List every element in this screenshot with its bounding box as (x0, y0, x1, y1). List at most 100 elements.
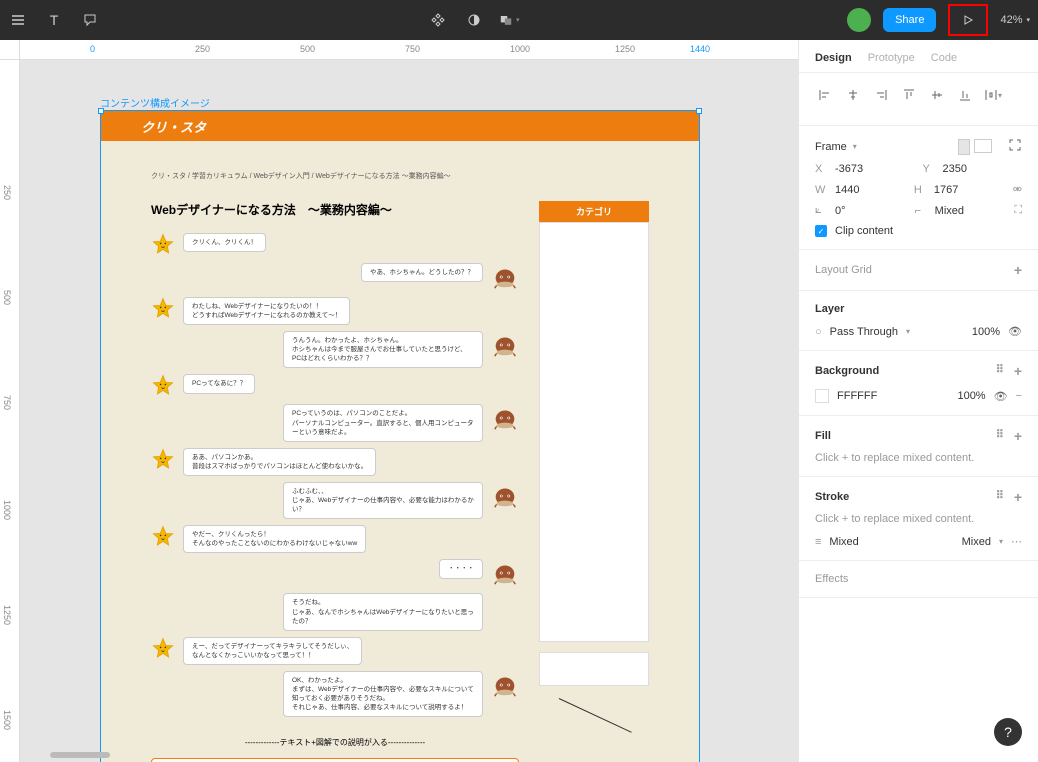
design-frame[interactable]: クリ・スタ クリ・スタ / 学習カリキュラム / Webデザイン入門 / Web… (100, 110, 700, 762)
section-divider: -------------テキスト+図解での説明が入る-------------… (151, 737, 519, 748)
align-right-icon[interactable] (871, 85, 891, 105)
chat-bubble: そうだね。 じゃあ、なんでホシちゃんはWebデザイナーになりたいと思ったの？ (283, 593, 483, 630)
constrain-icon[interactable]: ⚮ (1013, 183, 1022, 196)
align-center-v-icon[interactable] (927, 85, 947, 105)
vertical-ruler: 250 500 750 1000 1250 1500 (0, 60, 20, 762)
play-icon[interactable] (958, 10, 978, 30)
canvas-area[interactable]: 0 250 500 750 1000 1250 1440 250 500 750… (0, 40, 798, 762)
corner-icon: ⌐ (915, 205, 927, 217)
effects-header: Effects (815, 573, 848, 585)
layer-opacity[interactable]: 100% (972, 326, 1000, 338)
add-grid-icon[interactable]: + (1014, 262, 1022, 278)
chat-bubble: やだー、クリくんったら！ そんなのやったことないのにわかるわけないじゃないww (183, 525, 366, 553)
bg-visibility-icon[interactable]: 👁 (994, 390, 1008, 403)
help-button[interactable]: ? (994, 718, 1022, 746)
chat-row: ふむふむ、、 じゃあ、Webデザイナーの仕事内容や、必要な能力はわかるかい？ (151, 482, 519, 519)
sidebar-box (539, 652, 649, 686)
blend-mode-select[interactable]: Pass Through (830, 326, 898, 338)
resize-handle[interactable] (98, 108, 104, 114)
align-left-icon[interactable] (815, 85, 835, 105)
w-label: W (815, 184, 827, 196)
components-icon[interactable] (428, 10, 448, 30)
background-header: Background (815, 365, 879, 377)
star-icon (151, 297, 175, 321)
star-icon (151, 233, 175, 257)
distribute-icon[interactable]: ▾ (983, 85, 1003, 105)
star-icon (151, 374, 175, 398)
layout-grid-header: Layout Grid (815, 264, 872, 276)
blend-mode-icon[interactable]: ○ (815, 326, 822, 338)
chat-row: わたしね、Webデザイナーになりたいの！！ どうすればWebデザイナーになれるの… (151, 297, 519, 325)
layer-header: Layer (815, 303, 844, 315)
chestnut-icon (491, 671, 519, 699)
chat-bubble: PCっていうのは、パソコンのことだよ。 パーソナルコンピューター。直訳すると、個… (283, 404, 483, 441)
corner-expand-icon[interactable]: ⛶ (1014, 204, 1022, 217)
align-bottom-icon[interactable] (955, 85, 975, 105)
fill-styles-icon[interactable]: ⠿ (996, 428, 1004, 444)
comment-tool-icon[interactable] (80, 10, 100, 30)
frame-name-label[interactable]: コンテンツ構成イメージ (100, 95, 210, 110)
stroke-style-select[interactable]: Mixed (962, 536, 991, 548)
horizontal-scrollbar[interactable] (50, 752, 110, 758)
align-center-h-icon[interactable] (843, 85, 863, 105)
remove-bg-icon[interactable]: − (1016, 390, 1022, 402)
fill-mixed-text: Click + to replace mixed content. (815, 452, 1022, 464)
bg-opacity[interactable]: 100% (957, 390, 985, 402)
text-tool-icon[interactable]: T (44, 10, 64, 30)
clip-content-checkbox[interactable]: ✓ (815, 225, 827, 237)
chat-bubble: えー、だってデザイナーってキラキラしてそうだしぃ、 なんとなくかっこいいかなって… (183, 637, 362, 665)
y-value[interactable]: 2350 (943, 163, 1023, 175)
chat-row: OK、わかったよ。 まずは、Webデザイナーの仕事内容や、必要なスキルについて知… (151, 671, 519, 717)
menu-icon[interactable] (8, 10, 28, 30)
mask-icon[interactable] (464, 10, 484, 30)
share-button[interactable]: Share (883, 8, 936, 32)
point-callout: ここがポイント！ Webデザイナーの業務内容は会社、働き方によって異なる (151, 758, 519, 762)
bg-color-value[interactable]: FFFFFF (837, 390, 877, 402)
w-value[interactable]: 1440 (835, 184, 906, 196)
stroke-mixed-text: Click + to replace mixed content. (815, 513, 1022, 525)
visibility-icon[interactable]: 👁 (1008, 325, 1022, 338)
category-header: カテゴリ (539, 201, 649, 222)
bg-styles-icon[interactable]: ⠿ (996, 363, 1004, 379)
tab-design[interactable]: Design (815, 52, 852, 64)
zoom-control[interactable]: 42%▾ (1000, 14, 1030, 26)
h-value[interactable]: 1767 (934, 184, 1005, 196)
corner-value[interactable]: Mixed (935, 205, 1007, 217)
h-label: H (914, 184, 926, 196)
stroke-styles-icon[interactable]: ⠿ (996, 489, 1004, 505)
chat-bubble: OK、わかったよ。 まずは、Webデザイナーの仕事内容や、必要なスキルについて知… (283, 671, 483, 717)
add-fill-icon[interactable]: + (1014, 428, 1022, 444)
add-stroke-icon[interactable]: + (1014, 489, 1022, 505)
rotation-icon: ⟀ (815, 204, 827, 217)
resize-fit-icon[interactable] (1008, 138, 1022, 155)
stroke-weight-icon: ≡ (815, 536, 821, 548)
portrait-icon[interactable] (958, 139, 970, 155)
chestnut-icon (491, 559, 519, 587)
user-avatar[interactable] (847, 8, 871, 32)
align-top-icon[interactable] (899, 85, 919, 105)
stroke-weight-value[interactable]: Mixed (829, 536, 858, 548)
tab-code[interactable]: Code (931, 52, 957, 64)
chestnut-icon (491, 404, 519, 432)
page-header: クリ・スタ (101, 111, 699, 141)
rotation-value[interactable]: 0° (835, 205, 907, 217)
top-toolbar: T ▾ Share 42%▾ (0, 0, 1038, 40)
chat-row: クリくん、クリくん！ (151, 233, 519, 257)
horizontal-ruler: 0 250 500 750 1000 1250 1440 (20, 40, 798, 60)
boolean-icon[interactable]: ▾ (500, 10, 520, 30)
fill-header: Fill (815, 430, 831, 442)
resize-handle[interactable] (696, 108, 702, 114)
landscape-icon[interactable] (974, 139, 992, 153)
add-bg-icon[interactable]: + (1014, 363, 1022, 379)
bg-color-swatch[interactable] (815, 389, 829, 403)
chestnut-icon (491, 331, 519, 359)
chat-row: PCっていうのは、パソコンのことだよ。 パーソナルコンピューター。直訳すると、個… (151, 404, 519, 441)
article-title: Webデザイナーになる方法 〜業務内容編〜 (151, 201, 519, 218)
chat-bubble: ああ、パソコンかあ。 普段はスマホばっかりでパソコンはほとんど使わないかな。 (183, 448, 376, 476)
x-value[interactable]: -3673 (835, 163, 915, 175)
chat-row: そうだね。 じゃあ、なんでホシちゃんはWebデザイナーになりたいと思ったの？ (151, 593, 519, 630)
category-body (539, 222, 649, 642)
frame-type-select[interactable]: Frame▾ (815, 141, 857, 153)
tab-prototype[interactable]: Prototype (868, 52, 915, 64)
stroke-advanced-icon[interactable]: ⋯ (1011, 535, 1022, 548)
